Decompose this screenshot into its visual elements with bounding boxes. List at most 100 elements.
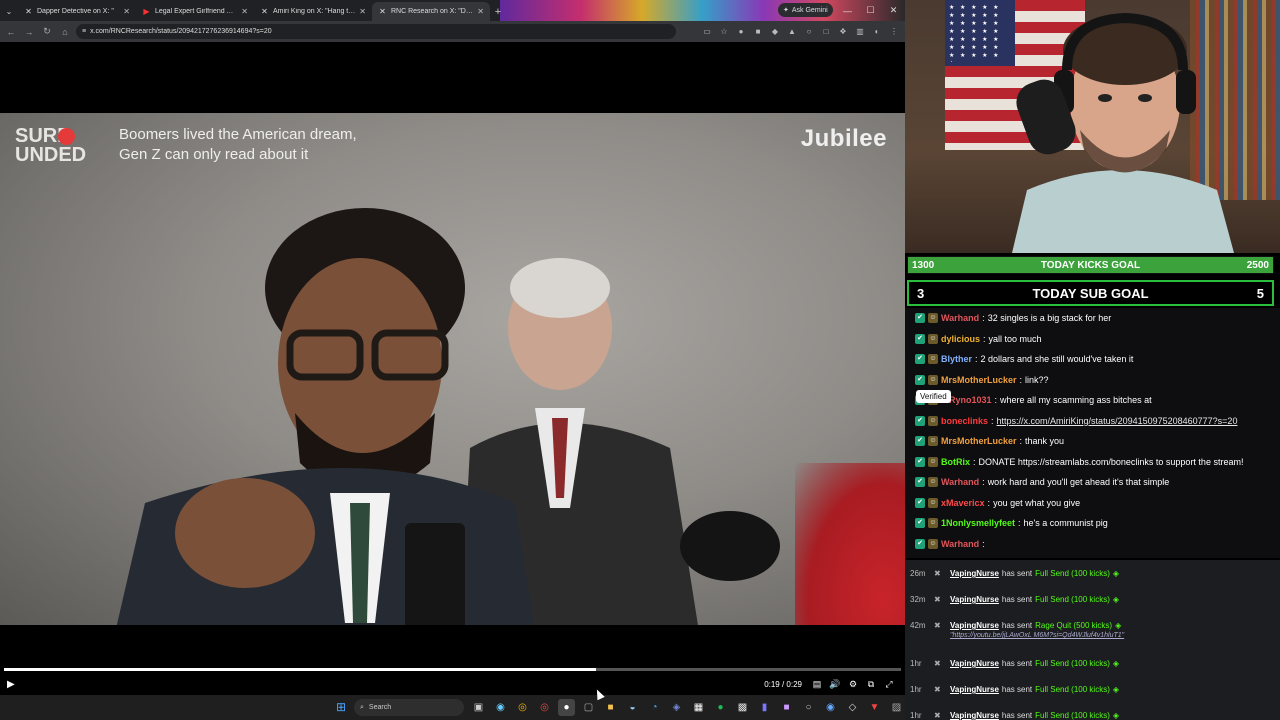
gift-row: 42m ✖ VapingNurse has sent Rage Quit (500 ki…	[905, 612, 1280, 650]
gift-item: Full Send (100 kicks)	[1035, 685, 1110, 694]
video-time: 0:19 / 0:29	[764, 679, 802, 689]
verified-tooltip: Verified	[916, 390, 951, 403]
caption-line: Boomers lived the American dream,	[119, 126, 357, 143]
chat-username[interactable]: xMavericx	[941, 498, 985, 508]
app-icon[interactable]: ◉	[822, 699, 839, 716]
discord-icon[interactable]: ◈	[668, 699, 685, 716]
close-tab-icon[interactable]: ✕	[477, 7, 484, 16]
fullscreen-icon[interactable]: ⤢	[880, 679, 898, 690]
kicks-goal-bar: 1300 TODAY KICKS GOAL 2500	[907, 256, 1274, 274]
site-info-icon[interactable]: ≡	[82, 28, 86, 35]
gift-username[interactable]: VapingNurse	[950, 595, 999, 604]
premiere-icon[interactable]: ■	[778, 699, 795, 716]
gift-username[interactable]: VapingNurse	[950, 569, 999, 578]
play-icon[interactable]: ▶	[7, 679, 15, 690]
browser-tab-active[interactable]: ✕ RNC Research on X: "Dem ✕	[372, 2, 490, 21]
obs-icon[interactable]: ●	[558, 699, 575, 716]
x-logo-icon: ✕	[25, 7, 32, 16]
gift-item: Full Send (100 kicks)	[1035, 569, 1110, 578]
kick-gem-icon: ◈	[1112, 659, 1120, 668]
chat-username[interactable]: 1Nonlysmellyfeet	[941, 518, 1015, 528]
browser-tab[interactable]: ✕ Dapper Detective on X: " ✕	[18, 2, 136, 21]
settings-gear-icon[interactable]: ⚙	[844, 679, 862, 690]
chat-message: ✔☺efRyno1031:where all my scamming ass b…	[915, 390, 1270, 411]
gift-username[interactable]: VapingNurse	[950, 685, 999, 694]
app-icon[interactable]: ○	[800, 699, 817, 716]
chat-username[interactable]: Warhand	[941, 313, 979, 323]
profile-avatar[interactable]: ◐	[870, 25, 884, 39]
chat-username[interactable]: boneclinks	[941, 416, 988, 426]
close-icon[interactable]: ✕	[882, 0, 905, 21]
copilot-icon[interactable]: ◉	[492, 699, 509, 716]
app-icon[interactable]: ▩	[734, 699, 751, 716]
extension-icon[interactable]: ◆	[768, 25, 782, 39]
back-arrow-icon[interactable]: ←	[4, 25, 18, 39]
spotify-icon[interactable]: ●	[712, 699, 729, 716]
chat-username[interactable]: Warhand	[941, 539, 979, 549]
ask-gemini-button[interactable]: ✦ Ask Gemini	[778, 3, 833, 17]
browser-tab[interactable]: ▶ Legal Expert Girlfriend Attack ✕	[136, 2, 254, 21]
minimize-icon[interactable]: —	[836, 0, 859, 21]
taskbar-search[interactable]: ⌕ Search	[354, 699, 464, 716]
extension-icon[interactable]: ●	[734, 25, 748, 39]
extension-icon[interactable]: ■	[751, 25, 765, 39]
gift-username[interactable]: VapingNurse	[950, 711, 999, 720]
volume-icon[interactable]: 🔊	[826, 679, 844, 690]
chat-separator: :	[1018, 518, 1021, 529]
chat-message: ✔ ☺ Warhand:32 singles is a big stack for …	[915, 308, 1270, 329]
kick-logo-icon: ✖	[934, 569, 941, 578]
windows-start-icon[interactable]: ⊞	[334, 700, 348, 714]
chat-username[interactable]: Blyther	[941, 354, 972, 364]
extension-icon[interactable]: ○	[802, 25, 816, 39]
close-tab-icon[interactable]: ✕	[123, 7, 130, 16]
bookmark-star-icon[interactable]: ☆	[717, 25, 731, 39]
gift-username[interactable]: VapingNurse	[950, 621, 999, 630]
app-icon[interactable]: ▨	[888, 699, 905, 716]
video-player[interactable]: SURR UNDED Boomers lived the American dr…	[0, 42, 905, 695]
url-input[interactable]: ≡ x.com/RNCResearch/status/2094217276236…	[76, 24, 676, 39]
file-explorer-icon[interactable]: ■	[602, 699, 619, 716]
gift-body: VapingNurse has sent Full Send (100 kicks)…	[950, 659, 1119, 668]
emote-badge-icon: ☺	[928, 497, 938, 508]
close-tab-icon[interactable]: ✕	[359, 7, 366, 16]
reload-icon[interactable]: ↻	[40, 25, 54, 39]
chrome-alt-icon[interactable]: ◎	[536, 699, 553, 716]
sidebar-icon[interactable]: ▥	[853, 25, 867, 39]
browser-tab[interactable]: ✕ Amiri King on X: "Hang tha ✕	[254, 2, 372, 21]
surrounded-logo-dot	[58, 128, 75, 145]
task-view-icon[interactable]: ▣	[470, 699, 487, 716]
app-icon[interactable]: ▦	[690, 699, 707, 716]
close-tab-icon[interactable]: ✕	[241, 7, 248, 16]
app-icon[interactable]: ▮	[756, 699, 773, 716]
menu-dots-icon[interactable]: ⋮	[887, 25, 901, 39]
chat-username[interactable]: dylicious	[941, 334, 980, 344]
new-tab-button[interactable]: +	[490, 2, 506, 21]
chat-username[interactable]: Warhand	[941, 477, 979, 487]
video-progress-bar[interactable]	[4, 668, 901, 671]
maps-icon[interactable]: ▼	[866, 699, 883, 716]
browser-tab-strip: ⌄ ✕ Dapper Detective on X: " ✕ ▶ Legal E…	[0, 0, 905, 21]
chat-username[interactable]: MrsMotherLucker	[941, 436, 1017, 446]
video-frame[interactable]: SURR UNDED Boomers lived the American dr…	[0, 113, 905, 625]
chrome-icon[interactable]: ◎	[514, 699, 531, 716]
chat-username[interactable]: MrsMotherLucker	[941, 375, 1017, 385]
extension-icon[interactable]: □	[819, 25, 833, 39]
tab-search-icon[interactable]: ⌄	[0, 2, 18, 21]
maximize-icon[interactable]: ☐	[859, 0, 882, 21]
extensions-puzzle-icon[interactable]: ❖	[836, 25, 850, 39]
app-icon[interactable]: ▢	[580, 699, 597, 716]
steam-icon[interactable]: ◒	[624, 699, 641, 716]
ccleaner-icon[interactable]: ◔	[646, 699, 663, 716]
gift-message-link[interactable]: "https://youtu.be/jjLAwOxL M6M?si=Qd4WJl…	[950, 632, 1124, 639]
emote-badge-icon: ☺	[928, 415, 938, 426]
forward-arrow-icon[interactable]: →	[22, 25, 36, 39]
pip-icon[interactable]: ⧉	[862, 679, 880, 690]
kicks-goal-title: TODAY KICKS GOAL	[1040, 259, 1141, 271]
gift-username[interactable]: VapingNurse	[950, 659, 999, 668]
app-icon[interactable]: ◇	[844, 699, 861, 716]
home-icon[interactable]: ⌂	[58, 25, 72, 39]
extension-icon[interactable]: ▲	[785, 25, 799, 39]
cast-icon[interactable]: ▭	[700, 25, 714, 39]
captions-icon[interactable]: ▤	[808, 679, 826, 690]
chat-username[interactable]: BotRix	[941, 457, 970, 467]
